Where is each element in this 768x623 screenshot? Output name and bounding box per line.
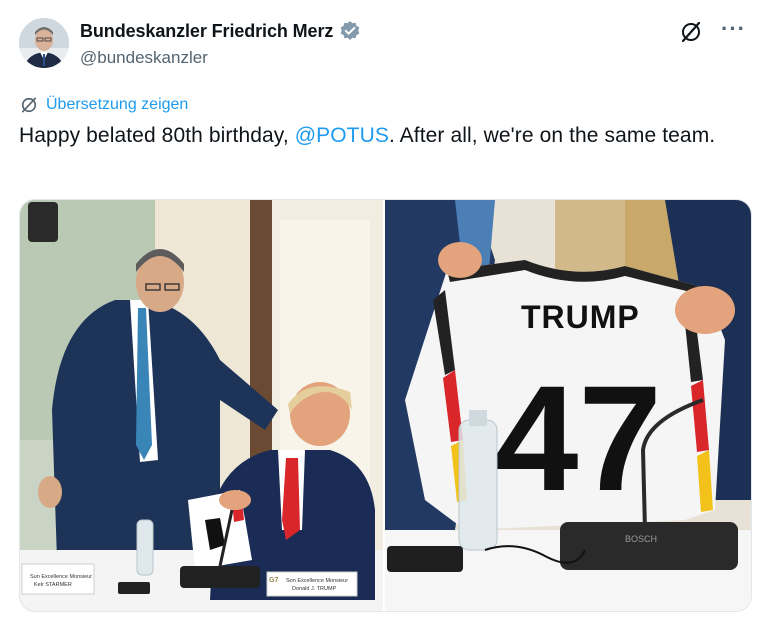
tweet-text-after: . After all, we're on the same team. [388, 124, 716, 147]
avatar[interactable] [19, 18, 69, 68]
tweet-header-actions: ··· [679, 18, 746, 44]
mention-link[interactable]: @POTUS [295, 124, 389, 147]
verified-badge-icon [340, 21, 360, 40]
photo-merz-trump-meeting[interactable]: Sun Excellence Monsieur Keir STARMER Son… [20, 200, 383, 611]
photo-left-image: Sun Excellence Monsieur Keir STARMER Son… [20, 200, 383, 611]
grok-icon [681, 21, 701, 43]
place-card-left-text: Sun Excellence Monsieur [30, 574, 92, 580]
author-name-text[interactable]: Bundeskanzler Friedrich Merz [80, 21, 333, 42]
photo-right-image: TRUMP 47 BOSCH [385, 200, 751, 611]
jersey-name: TRUMP [521, 299, 640, 335]
tweet-text: Happy belated 80th birthday, @POTUS. Aft… [19, 120, 719, 151]
place-card-right-name: Donald J. TRUMP [292, 586, 337, 592]
jersey-number: 47 [495, 354, 662, 522]
author-handle[interactable]: @bundeskanzler [80, 48, 208, 68]
place-card-left-name: Keir STARMER [34, 582, 72, 588]
mic-brand-label: BOSCH [625, 534, 657, 544]
show-translation-label[interactable]: Übersetzung zeigen [46, 96, 188, 114]
author-display-name[interactable]: Bundeskanzler Friedrich Merz [80, 20, 361, 42]
grok-icon [21, 97, 37, 113]
show-translation-link[interactable]: Übersetzung zeigen [19, 95, 188, 115]
avatar-image [19, 18, 69, 68]
place-card-right-text: Son Excellence Monsieur [286, 578, 348, 584]
more-options-button[interactable]: ··· [721, 18, 746, 40]
tweet-text-before: Happy belated 80th birthday, [19, 124, 295, 147]
photo-trump-jersey[interactable]: TRUMP 47 BOSCH [385, 200, 751, 611]
grok-button[interactable] [679, 20, 703, 44]
g7-logo: G7 [269, 577, 278, 584]
media-grid: Sun Excellence Monsieur Keir STARMER Son… [19, 199, 752, 612]
